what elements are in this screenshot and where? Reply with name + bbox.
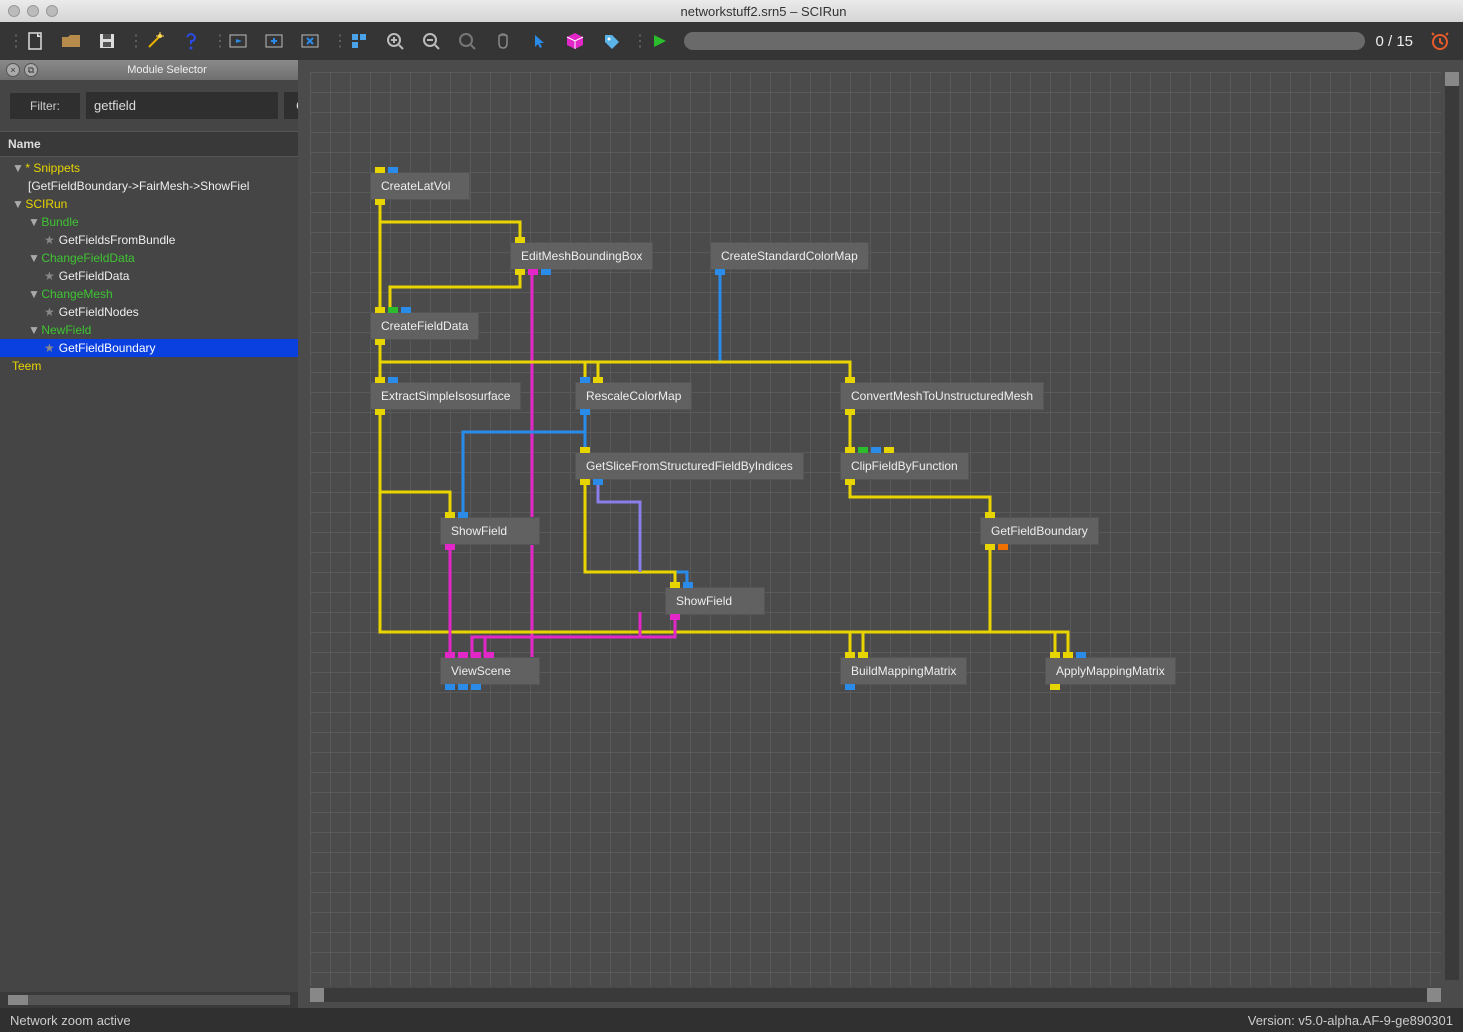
filter-label: Filter:: [10, 93, 80, 119]
open-folder-button[interactable]: [54, 26, 88, 56]
tree-node[interactable]: ▼ * Snippets: [0, 159, 298, 177]
toolbar-sep-icon: [332, 26, 338, 56]
module-clipfbf[interactable]: ClipFieldByFunction: [840, 452, 969, 480]
window-titlebar: networkstuff2.srn5 – SCIRun: [0, 0, 1463, 22]
tree-node[interactable]: ▼ SCIRun: [0, 195, 298, 213]
zoom-fit-button[interactable]: [450, 26, 484, 56]
toolbar-sep-icon: [632, 26, 638, 56]
zoom-in-button[interactable]: [378, 26, 412, 56]
canvas-hscroll[interactable]: [310, 988, 1441, 1002]
wand-button[interactable]: [138, 26, 172, 56]
main-toolbar: 0 / 15: [0, 22, 1463, 60]
toolbar-sep-icon: [212, 26, 218, 56]
progress-bar: [684, 32, 1365, 50]
canvas-vscroll[interactable]: [1445, 72, 1459, 980]
toolbar-grip-icon: [8, 26, 14, 56]
tree-node[interactable]: ★GetFieldsFromBundle: [0, 231, 298, 249]
tree-node[interactable]: Teem: [0, 357, 298, 375]
module-createstdcm[interactable]: CreateStandardColorMap: [710, 242, 869, 270]
panel-title: Module Selector: [42, 64, 292, 76]
module-selector-panel: × ⧉ Module Selector Filter: Clear Name ▼…: [0, 60, 298, 1008]
save-button[interactable]: [90, 26, 124, 56]
tree-node[interactable]: ★GetFieldData: [0, 267, 298, 285]
module-showfield2[interactable]: ShowField: [665, 587, 765, 615]
module-viewscene[interactable]: ViewScene: [440, 657, 540, 685]
tree-node[interactable]: ★GetFieldNodes: [0, 303, 298, 321]
network-canvas-wrap: CreateLatVol EditMeshBoundingBox CreateSta…: [298, 60, 1463, 1008]
tree-node[interactable]: ▼ ChangeMesh: [0, 285, 298, 303]
toolbar-sep-icon: [128, 26, 134, 56]
tree-node[interactable]: ▼ NewField: [0, 321, 298, 339]
module-rescalecm[interactable]: RescaleColorMap: [575, 382, 692, 410]
close-icon[interactable]: [8, 5, 20, 17]
pointer-button[interactable]: [522, 26, 556, 56]
filter-input[interactable]: [86, 92, 278, 119]
tree-node[interactable]: ▼ Bundle: [0, 213, 298, 231]
module-createfd[interactable]: CreateFieldData: [370, 312, 479, 340]
pan-hand-button[interactable]: [486, 26, 520, 56]
tree-node[interactable]: ▼ ChangeFieldData: [0, 249, 298, 267]
panel-header: × ⧉ Module Selector: [0, 60, 298, 80]
module-getfb[interactable]: GetFieldBoundary: [980, 517, 1099, 545]
window-add-button[interactable]: [258, 26, 292, 56]
module-createlatvol[interactable]: CreateLatVol: [370, 172, 470, 200]
alarm-icon[interactable]: [1423, 26, 1457, 56]
progress-text: 0 / 15: [1375, 33, 1413, 50]
run-button[interactable]: [642, 26, 676, 56]
module-buildmm[interactable]: BuildMappingMatrix: [840, 657, 967, 685]
tree-node[interactable]: ★GetFieldBoundary: [0, 339, 298, 357]
module-editmeshbb[interactable]: EditMeshBoundingBox: [510, 242, 653, 270]
module-showfield1[interactable]: ShowField: [440, 517, 540, 545]
help-button[interactable]: [174, 26, 208, 56]
module-convertmesh[interactable]: ConvertMeshToUnstructuredMesh: [840, 382, 1044, 410]
sidebar-hscroll[interactable]: [0, 992, 298, 1008]
grid-align-button[interactable]: [342, 26, 376, 56]
tree-node[interactable]: [GetFieldBoundary->FairMesh->ShowFiel: [0, 177, 298, 195]
zoom-out-button[interactable]: [414, 26, 448, 56]
status-bar: Network zoom active Version: v5.0-alpha.…: [0, 1008, 1463, 1032]
window-title: networkstuff2.srn5 – SCIRun: [72, 4, 1455, 19]
module-extractiso[interactable]: ExtractSimpleIsosurface: [370, 382, 521, 410]
package-button[interactable]: [558, 26, 592, 56]
new-file-button[interactable]: [18, 26, 52, 56]
traffic-lights[interactable]: [8, 5, 58, 17]
version-text: Version: v5.0-alpha.AF-9-ge890301: [1248, 1013, 1453, 1028]
zoom-icon[interactable]: [46, 5, 58, 17]
minimize-icon[interactable]: [27, 5, 39, 17]
module-getslice[interactable]: GetSliceFromStructuredFieldByIndices: [575, 452, 804, 480]
window-go-button[interactable]: [222, 26, 256, 56]
tag-button[interactable]: [594, 26, 628, 56]
panel-undock-icon[interactable]: ⧉: [24, 63, 38, 77]
status-left: Network zoom active: [10, 1013, 131, 1028]
tree-header: Name: [0, 131, 298, 157]
network-canvas[interactable]: CreateLatVol EditMeshBoundingBox CreateSta…: [310, 72, 1441, 986]
panel-close-icon[interactable]: ×: [6, 63, 20, 77]
window-close-button[interactable]: [294, 26, 328, 56]
module-tree[interactable]: ▼ * Snippets[GetFieldBoundary->FairMesh-…: [0, 157, 298, 992]
module-applymm[interactable]: ApplyMappingMatrix: [1045, 657, 1176, 685]
